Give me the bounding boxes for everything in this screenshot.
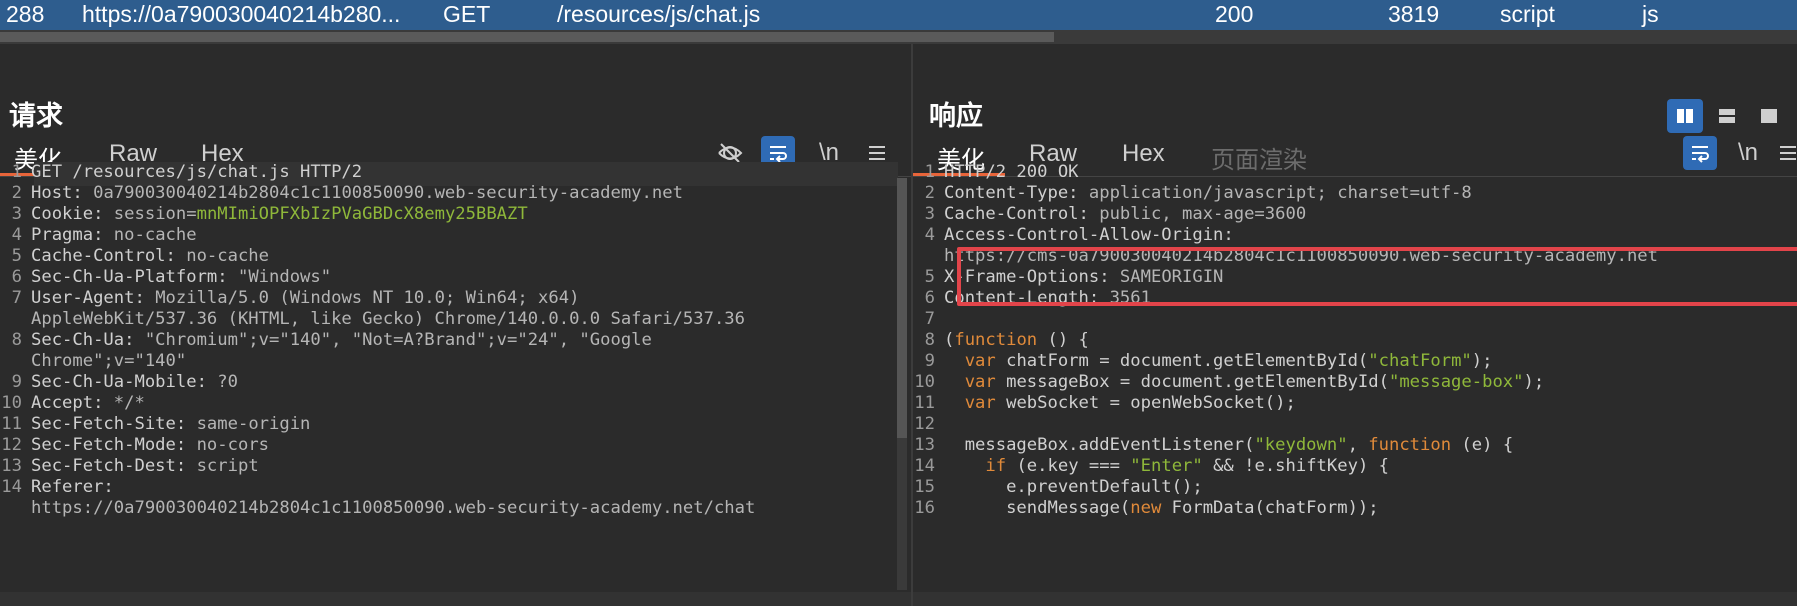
response-title: 响应 — [929, 101, 983, 131]
line-number: 3 — [11, 204, 22, 224]
row-host: https://0a790030040214b280... — [82, 1, 401, 27]
request-title: 请求 — [9, 101, 63, 131]
code-line: Cache-Control: public, max-age=3600 — [944, 204, 1307, 224]
code-line: e.preventDefault(); — [944, 477, 1203, 497]
line-number: 14 — [1, 477, 22, 497]
request-pane: 请求 美化 Raw Hex \n 1 GET /resources/js/chat… — [0, 44, 911, 606]
line-number: 5 — [924, 267, 935, 287]
line-number: 4 — [924, 225, 935, 245]
code-line: Sec-Fetch-Dest: script — [31, 456, 259, 476]
code-line: https://0a790030040214b2804c1c1100850090… — [31, 498, 756, 518]
line-number: 6 — [924, 288, 935, 308]
row-status: 200 — [1215, 1, 1254, 27]
row-method: GET — [443, 1, 491, 27]
request-vertical-scrollbar[interactable] — [897, 178, 907, 590]
line-number: 1 — [924, 162, 935, 182]
line-number: 4 — [11, 225, 22, 245]
single-pane-icon[interactable] — [1751, 99, 1787, 133]
line-number: 12 — [914, 414, 935, 434]
history-horizontal-scrollbar[interactable] — [0, 30, 1797, 44]
code-line: var messageBox = document.getElementById… — [964, 372, 1545, 392]
row-mime: script — [1500, 1, 1555, 27]
code-line: HTTP/2 200 OK — [944, 162, 1079, 182]
row-extension: js — [1642, 1, 1659, 27]
code-line: var webSocket = openWebSocket(); — [964, 393, 1296, 413]
line-number: 3 — [924, 204, 935, 224]
scrollbar-thumb[interactable] — [897, 178, 907, 438]
response-horizontal-scrollbar[interactable] — [913, 592, 1797, 606]
code-line: messageBox.addEventListener("keydown", f… — [944, 435, 1514, 455]
code-line: Sec-Ch-Ua: "Chromium";v="140", "Not=A?Br… — [31, 330, 652, 350]
line-number: 2 — [11, 183, 22, 203]
history-row-selected[interactable]: 288 https://0a790030040214b280... GET /r… — [0, 0, 1797, 30]
highlight-box-acao-header — [957, 247, 1797, 306]
split-columns-icon[interactable] — [1667, 99, 1703, 133]
line-number: 8 — [924, 330, 935, 350]
tab-hex[interactable]: Hex — [1122, 140, 1165, 168]
line-number: 12 — [1, 435, 22, 455]
line-number: 15 — [914, 477, 935, 497]
code-line: Cache-Control: no-cache — [31, 246, 270, 266]
wrap-icon[interactable] — [1683, 136, 1717, 170]
line-number: 8 — [11, 330, 22, 350]
line-number: 6 — [11, 267, 22, 287]
row-length: 3819 — [1388, 1, 1440, 27]
row-path: /resources/js/chat.js — [557, 1, 761, 27]
code-line: Chrome";v="140" — [31, 351, 187, 371]
tab-render: 页面渲染 — [1211, 147, 1307, 174]
code-line: Accept: */* — [31, 393, 145, 413]
line-number: 7 — [924, 309, 935, 329]
code-line: User-Agent: Mozilla/5.0 (Windows NT 10.0… — [31, 288, 580, 308]
code-line: Sec-Fetch-Site: same-origin — [31, 414, 311, 434]
line-number: 9 — [11, 372, 22, 392]
line-number: 10 — [1, 393, 22, 413]
layout-toggle — [1667, 99, 1797, 133]
line-number: 16 — [914, 498, 935, 518]
code-line: AppleWebKit/537.36 (KHTML, like Gecko) C… — [31, 309, 745, 329]
line-number: 11 — [1, 414, 22, 434]
code-line: if (e.key === "Enter" && !e.shiftKey) { — [985, 456, 1389, 476]
code-line: Sec-Ch-Ua-Platform: "Windows" — [31, 267, 332, 287]
menu-icon[interactable] — [1771, 136, 1797, 170]
split-rows-icon[interactable] — [1709, 99, 1745, 133]
response-pane: 响应 美化 Raw Hex 页面渲染 \n 1 HTTP/2 200 OK 2 Con… — [913, 44, 1797, 606]
line-number: 13 — [914, 435, 935, 455]
code-line: var chatForm = document.getElementById("… — [964, 351, 1493, 371]
code-line: Sec-Fetch-Mode: no-cors — [31, 435, 270, 455]
code-line: Cookie: session=mnMImiOPFXbIzPVaGBDcX8em… — [31, 204, 528, 224]
code-line: Host: 0a790030040214b2804c1c1100850090.w… — [31, 183, 683, 203]
code-line: (function () { — [944, 330, 1089, 350]
line-number: 13 — [1, 456, 22, 476]
code-line: Content-Type: application/javascript; ch… — [944, 183, 1472, 203]
line-number: 9 — [924, 351, 935, 371]
code-line: Referer: — [31, 477, 125, 497]
code-line: sendMessage(new FormData(chatForm)); — [944, 498, 1379, 518]
code-line: Sec-Ch-Ua-Mobile: ?0 — [31, 372, 238, 392]
line-number: 2 — [924, 183, 935, 203]
line-number: 10 — [914, 372, 935, 392]
line-number: 5 — [11, 246, 22, 266]
scrollbar-thumb[interactable] — [0, 32, 1054, 42]
request-horizontal-scrollbar[interactable] — [0, 592, 911, 606]
line-number: 14 — [914, 456, 935, 476]
line-number: 7 — [11, 288, 22, 308]
code-line: Access-Control-Allow-Origin: — [944, 225, 1245, 245]
line-number: 1 — [11, 162, 22, 182]
row-number: 288 — [6, 1, 45, 27]
newline-icon[interactable]: \n — [1731, 136, 1765, 170]
code-line: Pragma: no-cache — [31, 225, 197, 245]
line-number: 11 — [914, 393, 935, 413]
code-line: GET /resources/js/chat.js HTTP/2 — [31, 162, 363, 182]
